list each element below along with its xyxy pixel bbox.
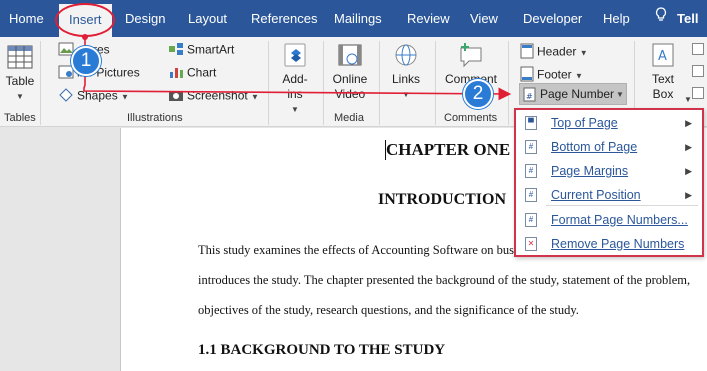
annotation-arrow [82,34,512,101]
step-1-badge: 1 [71,46,101,76]
step-2-badge: 2 [463,79,493,109]
